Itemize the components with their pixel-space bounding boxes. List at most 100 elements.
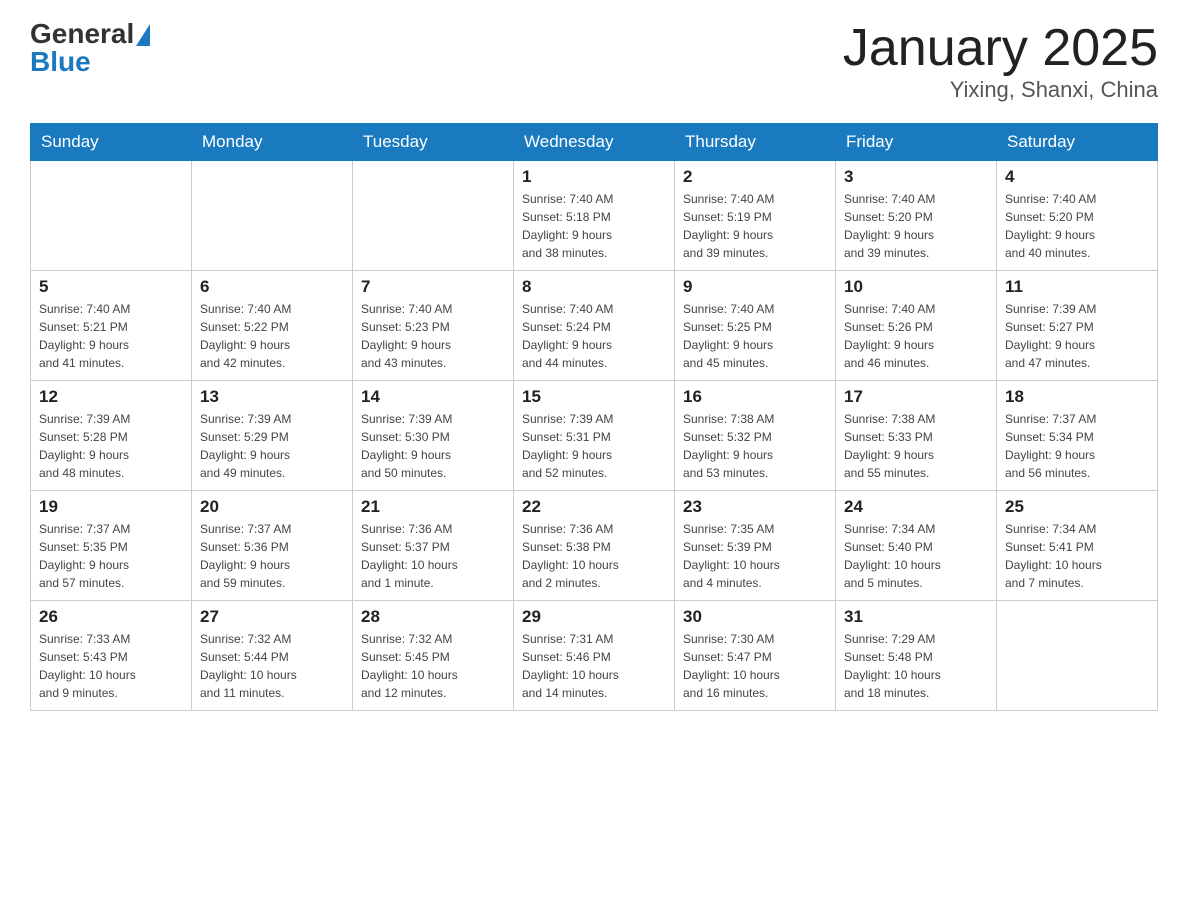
calendar-cell: 31 Sunrise: 7:29 AM Sunset: 5:48 PM Dayli…: [836, 601, 997, 711]
day-number: 31: [844, 607, 988, 627]
day-number: 16: [683, 387, 827, 407]
calendar-cell: [192, 161, 353, 271]
calendar-table: SundayMondayTuesdayWednesdayThursdayFrid…: [30, 123, 1158, 711]
day-number: 21: [361, 497, 505, 517]
day-number: 4: [1005, 167, 1149, 187]
title-area: January 2025 Yixing, Shanxi, China: [843, 20, 1158, 103]
calendar-header-tuesday: Tuesday: [353, 124, 514, 161]
calendar-cell: 22 Sunrise: 7:36 AM Sunset: 5:38 PM Dayli…: [514, 491, 675, 601]
calendar-cell: 28Sunrise: 7:32 AM Sunset: 5:45 PM Dayli…: [353, 601, 514, 711]
calendar-cell: 29 Sunrise: 7:31 AM Sunset: 5:46 PM Dayli…: [514, 601, 675, 711]
calendar-cell: [31, 161, 192, 271]
day-info: Sunrise: 7:31 AM Sunset: 5:46 PM Dayligh…: [522, 630, 666, 702]
calendar-cell: 6Sunrise: 7:40 AM Sunset: 5:22 PM Daylig…: [192, 271, 353, 381]
calendar-header-friday: Friday: [836, 124, 997, 161]
calendar-week-4: 19 Sunrise: 7:37 AM Sunset: 5:35 PM Dayli…: [31, 491, 1158, 601]
day-info: Sunrise: 7:40 AM Sunset: 5:18 PM Dayligh…: [522, 190, 666, 262]
calendar-cell: 18 Sunrise: 7:37 AM Sunset: 5:34 PM Dayli…: [997, 381, 1158, 491]
calendar-cell: 10Sunrise: 7:40 AM Sunset: 5:26 PM Dayli…: [836, 271, 997, 381]
day-info: Sunrise: 7:37 AM Sunset: 5:36 PM Dayligh…: [200, 520, 344, 592]
logo: General Blue: [30, 20, 150, 76]
day-number: 1: [522, 167, 666, 187]
calendar-cell: 4 Sunrise: 7:40 AM Sunset: 5:20 PM Daylig…: [997, 161, 1158, 271]
day-number: 7: [361, 277, 505, 297]
day-info: Sunrise: 7:37 AM Sunset: 5:34 PM Dayligh…: [1005, 410, 1149, 482]
day-number: 6: [200, 277, 344, 297]
day-number: 9: [683, 277, 827, 297]
day-number: 23: [683, 497, 827, 517]
calendar-cell: 15Sunrise: 7:39 AM Sunset: 5:31 PM Dayli…: [514, 381, 675, 491]
logo-triangle-icon: [136, 24, 150, 46]
day-info: Sunrise: 7:35 AM Sunset: 5:39 PM Dayligh…: [683, 520, 827, 592]
day-number: 13: [200, 387, 344, 407]
day-number: 30: [683, 607, 827, 627]
day-info: Sunrise: 7:40 AM Sunset: 5:23 PM Dayligh…: [361, 300, 505, 372]
day-info: Sunrise: 7:36 AM Sunset: 5:38 PM Dayligh…: [522, 520, 666, 592]
calendar-cell: 21 Sunrise: 7:36 AM Sunset: 5:37 PM Dayli…: [353, 491, 514, 601]
day-number: 26: [39, 607, 183, 627]
day-info: Sunrise: 7:40 AM Sunset: 5:20 PM Dayligh…: [844, 190, 988, 262]
calendar-cell: 17Sunrise: 7:38 AM Sunset: 5:33 PM Dayli…: [836, 381, 997, 491]
day-number: 10: [844, 277, 988, 297]
day-info: Sunrise: 7:40 AM Sunset: 5:19 PM Dayligh…: [683, 190, 827, 262]
day-info: Sunrise: 7:40 AM Sunset: 5:24 PM Dayligh…: [522, 300, 666, 372]
day-number: 19: [39, 497, 183, 517]
calendar-cell: 5 Sunrise: 7:40 AM Sunset: 5:21 PM Daylig…: [31, 271, 192, 381]
calendar-cell: 12Sunrise: 7:39 AM Sunset: 5:28 PM Dayli…: [31, 381, 192, 491]
day-info: Sunrise: 7:32 AM Sunset: 5:44 PM Dayligh…: [200, 630, 344, 702]
calendar-week-5: 26Sunrise: 7:33 AM Sunset: 5:43 PM Dayli…: [31, 601, 1158, 711]
calendar-cell: 3Sunrise: 7:40 AM Sunset: 5:20 PM Daylig…: [836, 161, 997, 271]
calendar-cell: 13 Sunrise: 7:39 AM Sunset: 5:29 PM Dayli…: [192, 381, 353, 491]
day-number: 27: [200, 607, 344, 627]
day-info: Sunrise: 7:39 AM Sunset: 5:27 PM Dayligh…: [1005, 300, 1149, 372]
calendar-cell: [353, 161, 514, 271]
month-title: January 2025: [843, 20, 1158, 77]
day-number: 18: [1005, 387, 1149, 407]
day-info: Sunrise: 7:32 AM Sunset: 5:45 PM Dayligh…: [361, 630, 505, 702]
day-info: Sunrise: 7:34 AM Sunset: 5:41 PM Dayligh…: [1005, 520, 1149, 592]
day-info: Sunrise: 7:36 AM Sunset: 5:37 PM Dayligh…: [361, 520, 505, 592]
calendar-cell: 8 Sunrise: 7:40 AM Sunset: 5:24 PM Daylig…: [514, 271, 675, 381]
day-number: 24: [844, 497, 988, 517]
day-info: Sunrise: 7:37 AM Sunset: 5:35 PM Dayligh…: [39, 520, 183, 592]
calendar-header-thursday: Thursday: [675, 124, 836, 161]
day-info: Sunrise: 7:40 AM Sunset: 5:20 PM Dayligh…: [1005, 190, 1149, 262]
calendar-cell: 30 Sunrise: 7:30 AM Sunset: 5:47 PM Dayli…: [675, 601, 836, 711]
calendar-cell: 26Sunrise: 7:33 AM Sunset: 5:43 PM Dayli…: [31, 601, 192, 711]
calendar-cell: 11 Sunrise: 7:39 AM Sunset: 5:27 PM Dayli…: [997, 271, 1158, 381]
location-title: Yixing, Shanxi, China: [843, 77, 1158, 103]
day-info: Sunrise: 7:40 AM Sunset: 5:25 PM Dayligh…: [683, 300, 827, 372]
calendar-cell: 1 Sunrise: 7:40 AM Sunset: 5:18 PM Daylig…: [514, 161, 675, 271]
calendar-cell: 7 Sunrise: 7:40 AM Sunset: 5:23 PM Daylig…: [353, 271, 514, 381]
day-number: 29: [522, 607, 666, 627]
calendar-cell: 25 Sunrise: 7:34 AM Sunset: 5:41 PM Dayli…: [997, 491, 1158, 601]
calendar-header-wednesday: Wednesday: [514, 124, 675, 161]
day-info: Sunrise: 7:40 AM Sunset: 5:21 PM Dayligh…: [39, 300, 183, 372]
calendar-cell: 20 Sunrise: 7:37 AM Sunset: 5:36 PM Dayli…: [192, 491, 353, 601]
day-info: Sunrise: 7:34 AM Sunset: 5:40 PM Dayligh…: [844, 520, 988, 592]
calendar-cell: 23 Sunrise: 7:35 AM Sunset: 5:39 PM Dayli…: [675, 491, 836, 601]
logo-blue-text: Blue: [30, 46, 91, 77]
calendar-week-3: 12Sunrise: 7:39 AM Sunset: 5:28 PM Dayli…: [31, 381, 1158, 491]
calendar-cell: [997, 601, 1158, 711]
day-info: Sunrise: 7:29 AM Sunset: 5:48 PM Dayligh…: [844, 630, 988, 702]
day-number: 25: [1005, 497, 1149, 517]
day-number: 5: [39, 277, 183, 297]
calendar-week-2: 5 Sunrise: 7:40 AM Sunset: 5:21 PM Daylig…: [31, 271, 1158, 381]
calendar-cell: 24 Sunrise: 7:34 AM Sunset: 5:40 PM Dayli…: [836, 491, 997, 601]
day-number: 22: [522, 497, 666, 517]
logo-general-text: General: [30, 20, 134, 48]
day-info: Sunrise: 7:30 AM Sunset: 5:47 PM Dayligh…: [683, 630, 827, 702]
calendar-cell: 16 Sunrise: 7:38 AM Sunset: 5:32 PM Dayli…: [675, 381, 836, 491]
calendar-week-1: 1 Sunrise: 7:40 AM Sunset: 5:18 PM Daylig…: [31, 161, 1158, 271]
day-number: 11: [1005, 277, 1149, 297]
day-info: Sunrise: 7:38 AM Sunset: 5:33 PM Dayligh…: [844, 410, 988, 482]
day-info: Sunrise: 7:38 AM Sunset: 5:32 PM Dayligh…: [683, 410, 827, 482]
day-number: 2: [683, 167, 827, 187]
day-info: Sunrise: 7:39 AM Sunset: 5:29 PM Dayligh…: [200, 410, 344, 482]
day-number: 8: [522, 277, 666, 297]
calendar-header-monday: Monday: [192, 124, 353, 161]
calendar-cell: 27 Sunrise: 7:32 AM Sunset: 5:44 PM Dayli…: [192, 601, 353, 711]
day-number: 20: [200, 497, 344, 517]
calendar-cell: 19 Sunrise: 7:37 AM Sunset: 5:35 PM Dayli…: [31, 491, 192, 601]
